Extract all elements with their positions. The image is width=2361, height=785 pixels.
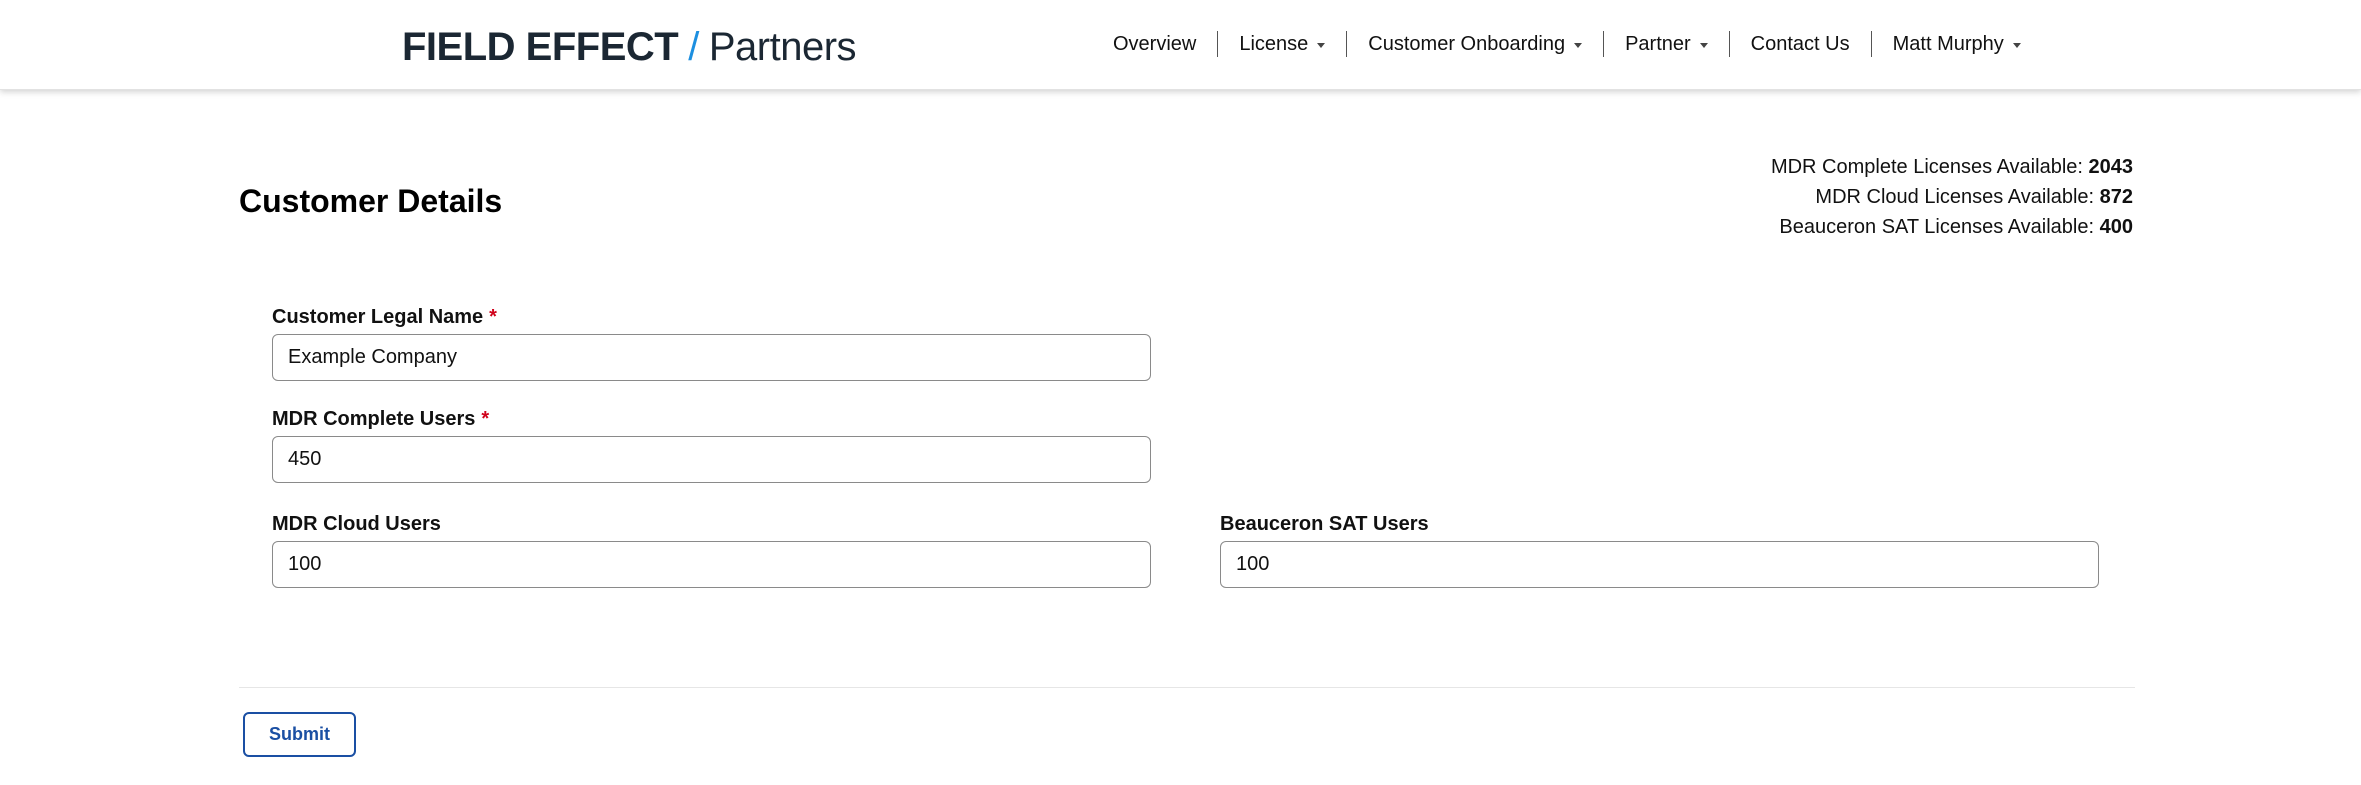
customer-legal-name-label: Customer Legal Name * <box>272 306 1151 332</box>
mdr-cloud-users-input[interactable] <box>272 541 1151 588</box>
mdr-complete-licenses-label: MDR Complete Licenses Available: <box>1770 156 2089 178</box>
logo-subbrand: Partners <box>708 25 857 69</box>
mdr-complete-licenses-value: 2043 <box>2088 156 2134 178</box>
nav-contact-us[interactable]: Contact Us <box>1730 31 1872 57</box>
beauceron-sat-licenses-label: Beauceron SAT Licenses Available: <box>1779 216 2100 238</box>
beauceron-sat-licenses-value: 400 <box>2099 216 2133 238</box>
field-effect-partners-logo[interactable]: FIELD EFFECT / Partners <box>402 23 857 71</box>
mdr-cloud-users-field: MDR Cloud Users <box>272 513 1151 588</box>
caret-down-icon <box>1317 42 1326 48</box>
mdr-cloud-licenses-available: MDR Cloud Licenses Available: 872 <box>1771 182 2133 212</box>
nav-overview-label: Overview <box>1113 32 1197 55</box>
nav-license-label: License <box>1239 32 1309 55</box>
nav-user-menu[interactable]: Matt Murphy <box>1872 31 2042 57</box>
mdr-complete-users-label-text: MDR Complete Users <box>272 408 476 430</box>
nav-customer-onboarding[interactable]: Customer Onboarding <box>1347 31 1605 57</box>
caret-down-icon <box>1699 42 1708 48</box>
mdr-complete-licenses-available: MDR Complete Licenses Available: 2043 <box>1771 152 2133 182</box>
form-divider <box>239 687 2135 688</box>
main-nav: Overview License Customer Onboarding Par… <box>1092 27 2042 61</box>
caret-down-icon <box>1574 42 1583 48</box>
mdr-complete-users-field: MDR Complete Users * <box>272 408 1151 483</box>
license-availability: MDR Complete Licenses Available: 2043 MD… <box>1771 152 2133 242</box>
mdr-cloud-licenses-value: 872 <box>2099 186 2133 208</box>
required-marker: * <box>489 306 497 328</box>
customer-legal-name-input[interactable] <box>272 334 1151 381</box>
beauceron-sat-users-label: Beauceron SAT Users <box>1220 513 1429 535</box>
mdr-complete-users-input[interactable] <box>272 436 1151 483</box>
nav-overview[interactable]: Overview <box>1092 31 1219 57</box>
beauceron-sat-licenses-available: Beauceron SAT Licenses Available: 400 <box>1771 212 2133 242</box>
nav-contact-us-label: Contact Us <box>1750 32 1850 55</box>
customer-legal-name-field: Customer Legal Name * <box>272 306 1151 381</box>
required-marker: * <box>481 408 490 430</box>
nav-customer-onboarding-label: Customer Onboarding <box>1368 32 1566 55</box>
nav-license[interactable]: License <box>1218 31 1348 57</box>
beauceron-sat-users-input[interactable] <box>1220 541 2099 588</box>
submit-button[interactable]: Submit <box>243 712 356 757</box>
mdr-cloud-licenses-label: MDR Cloud Licenses Available: <box>1815 186 2100 208</box>
beauceron-sat-users-field: Beauceron SAT Users <box>1220 513 2099 588</box>
mdr-cloud-users-label: MDR Cloud Users <box>272 513 441 535</box>
caret-down-icon <box>2012 42 2021 48</box>
top-header: FIELD EFFECT / Partners Overview License C… <box>0 0 2361 90</box>
mdr-complete-users-label: MDR Complete Users * <box>272 408 1151 434</box>
customer-legal-name-label-text: Customer Legal Name <box>272 306 484 328</box>
nav-user-menu-label: Matt Murphy <box>1892 32 2004 55</box>
logo-brand: FIELD EFFECT <box>402 25 679 69</box>
nav-partner[interactable]: Partner <box>1604 31 1730 57</box>
page-title: Customer Details <box>239 183 503 219</box>
nav-partner-label: Partner <box>1625 32 1691 55</box>
logo-slash: / <box>688 25 699 69</box>
